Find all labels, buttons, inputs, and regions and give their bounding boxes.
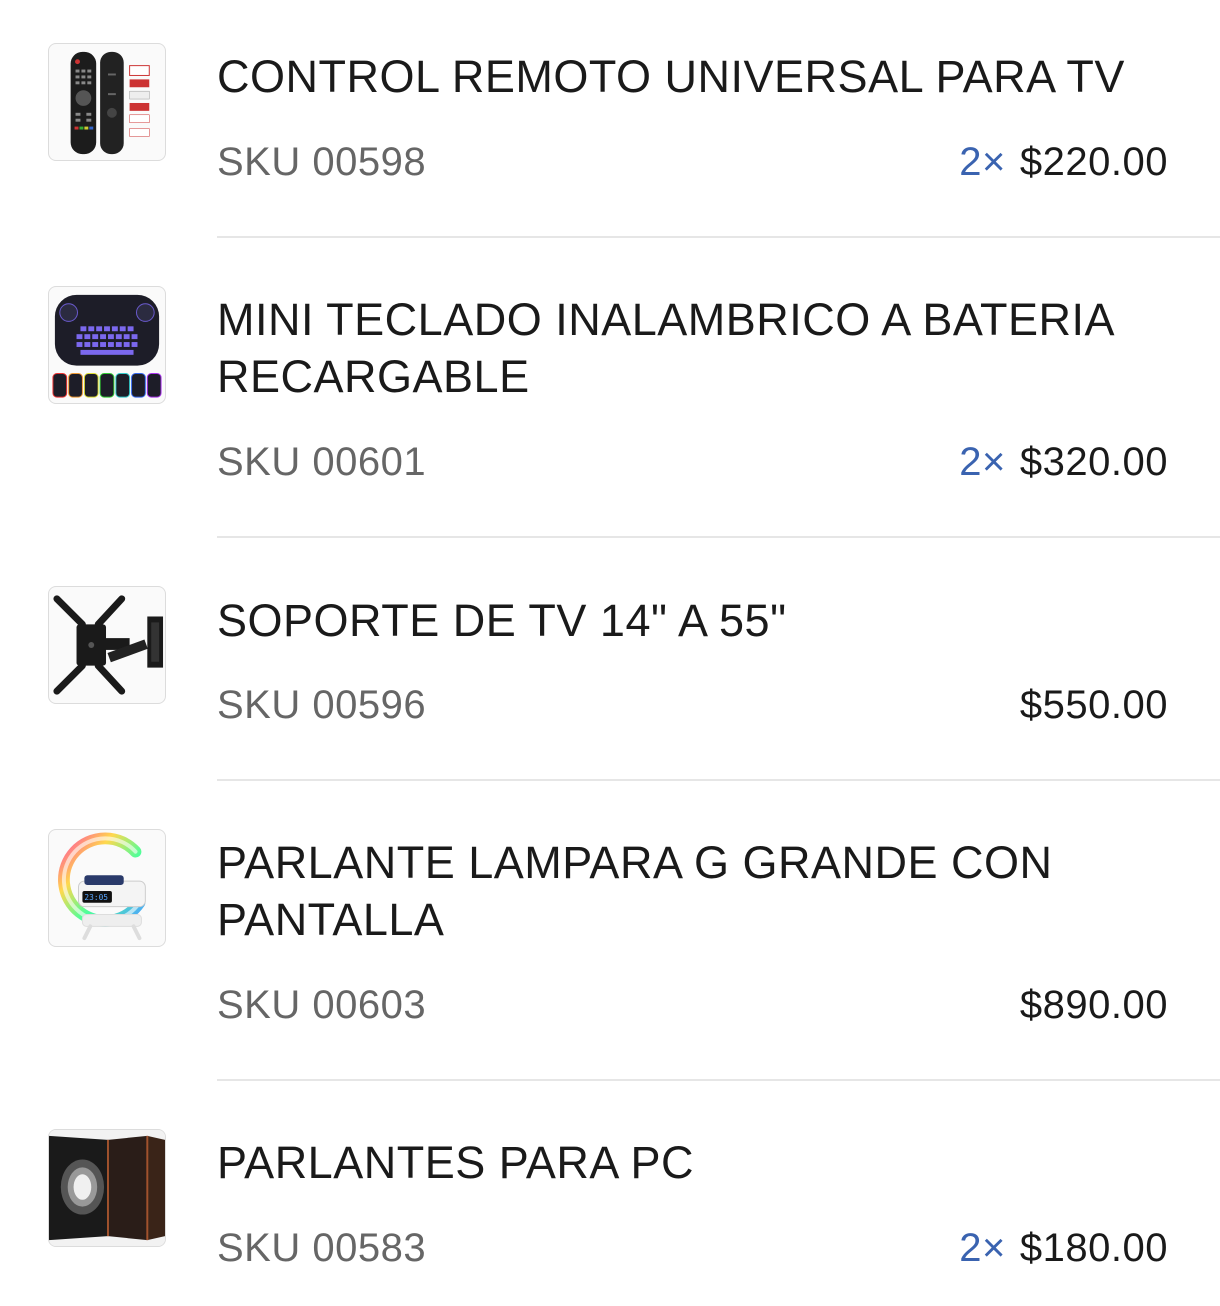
tv-mount-icon — [53, 595, 164, 695]
item-quantity: 2× — [959, 1226, 1006, 1270]
item-title: SOPORTE DE TV 14" A 55" — [217, 595, 787, 646]
tv-mount-thumbnail — [48, 586, 166, 704]
item-price: $180.00 — [1019, 1226, 1168, 1270]
divider — [217, 236, 1220, 238]
divider — [217, 536, 1220, 538]
pc-speaker-icon — [49, 1130, 165, 1246]
item-price-group: $550.00 — [1020, 680, 1168, 730]
keyboard-icon — [52, 294, 162, 398]
g-lamp-speaker-thumbnail: 23:05 — [48, 829, 166, 947]
tv-remote-thumbnail — [48, 43, 166, 161]
item-sku: SKU 00598 — [217, 140, 427, 184]
item-price-group: 2× $180.00 — [959, 1223, 1168, 1273]
item-sku: SKU 00583 — [217, 1226, 427, 1270]
item-price: $220.00 — [1019, 140, 1168, 184]
pc-speaker-thumbnail — [48, 1129, 166, 1247]
item-price-group: 2× $320.00 — [959, 437, 1168, 487]
item-sku: SKU 00603 — [217, 983, 427, 1027]
item-sku: SKU 00601 — [217, 440, 427, 484]
item-price: $320.00 — [1019, 440, 1168, 484]
item-quantity: 2× — [959, 140, 1006, 184]
item-title: PARLANTE LAMPARA G GRANDE CON PANTALLA — [217, 837, 1053, 945]
item-title: MINI TECLADO INALAMBRICO A BATERIA RECAR… — [217, 294, 1113, 402]
item-quantity: 2× — [959, 440, 1006, 484]
item-price: $550.00 — [1019, 683, 1168, 727]
item-title: CONTROL REMOTO UNIVERSAL PARA TV — [217, 51, 1125, 102]
item-price: $890.00 — [1019, 983, 1168, 1027]
tv-remote-icon — [70, 51, 150, 155]
item-title: PARLANTES PARA PC — [217, 1137, 694, 1188]
divider — [217, 1079, 1220, 1081]
item-sku: SKU 00596 — [217, 683, 427, 727]
divider — [217, 779, 1220, 781]
item-price-group: $890.00 — [1020, 980, 1168, 1030]
mini-keyboard-thumbnail — [48, 286, 166, 404]
order-items-list: CONTROL REMOTO UNIVERSAL PARA TV SKU 005… — [0, 0, 1220, 1306]
lamp-speaker-icon: 23:05 — [58, 832, 146, 941]
item-price-group: 2× $220.00 — [959, 137, 1168, 187]
svg-text:23:05: 23:05 — [84, 893, 108, 902]
